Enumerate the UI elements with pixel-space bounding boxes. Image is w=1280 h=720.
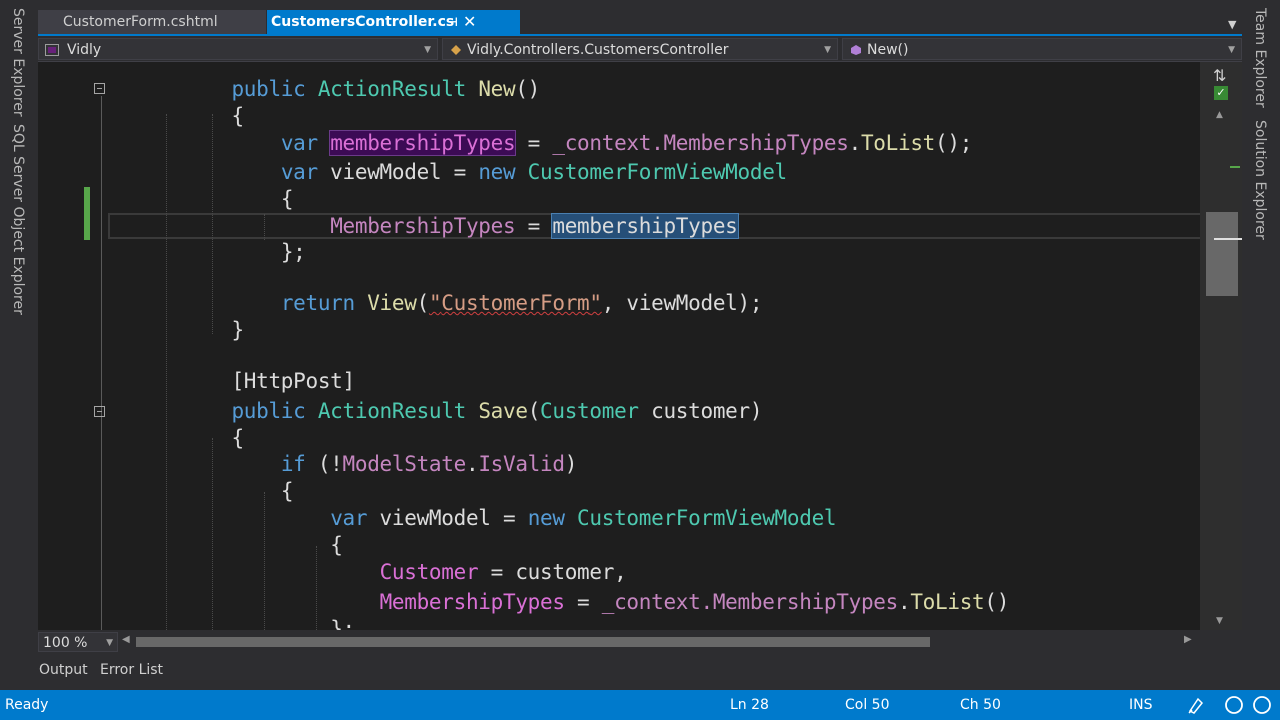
status-column: Col 50 [845, 697, 890, 713]
team-explorer-tab[interactable]: Team Explorer [1252, 8, 1268, 108]
tab-customerscontroller-cs[interactable]: CustomersController.cs ⊣ ✕ [267, 10, 520, 36]
code-line: { [330, 533, 343, 557]
left-tool-strip: Server Explorer SQL Server Object Explor… [0, 0, 38, 690]
code-line: }; [330, 617, 355, 630]
code-line: { [231, 104, 244, 128]
caret-position-marker [1214, 238, 1242, 240]
code-line: }; [280, 240, 306, 264]
code-line: if (!ModelState.IsValid) [280, 452, 578, 476]
tab-label: CustomersController.cs [271, 14, 455, 30]
scroll-left-arrow-icon[interactable]: ◀ [122, 634, 130, 645]
status-char: Ch 50 [960, 697, 1001, 713]
code-line: } [231, 318, 244, 342]
member-label: New() [867, 42, 909, 58]
tab-error-list[interactable]: Error List [100, 662, 163, 678]
collapse-icon[interactable] [94, 406, 105, 417]
editor-gutter [38, 62, 108, 630]
code-line: var membershipTypes = _context.Membershi… [280, 130, 973, 156]
collapse-icon[interactable] [94, 83, 105, 94]
project-dropdown[interactable]: Vidly ▼ [38, 38, 438, 60]
method-icon [851, 45, 861, 55]
sql-server-object-explorer-tab[interactable]: SQL Server Object Explorer [10, 124, 26, 315]
editor-bottom-bar: 100 % ▼ ◀ ▶ [38, 630, 1242, 654]
tab-output[interactable]: Output [39, 662, 88, 678]
code-line: Customer = customer, [379, 560, 627, 584]
class-label: Vidly.Controllers.CustomersController [467, 42, 729, 58]
vertical-scroll-thumb[interactable] [1206, 212, 1238, 296]
chevron-down-icon: ▼ [1228, 45, 1235, 55]
class-icon [451, 45, 461, 55]
pin-icon[interactable]: ⊣ [447, 10, 458, 34]
status-ready: Ready [5, 697, 49, 713]
solution-explorer-tab[interactable]: Solution Explorer [1252, 120, 1268, 240]
reference-highlight: membershipTypes [329, 130, 517, 156]
status-line: Ln 28 [730, 697, 769, 713]
code-line: { [280, 479, 294, 503]
notifications-icon[interactable] [1224, 695, 1244, 715]
scroll-up-arrow-icon[interactable]: ▲ [1216, 110, 1223, 120]
code-line: MembershipTypes = _context.MembershipTyp… [379, 590, 1010, 614]
tab-overflow-dropdown-icon[interactable]: ▼ [1228, 18, 1236, 31]
no-issues-check-icon[interactable]: ✓ [1214, 86, 1228, 100]
code-line: [HttpPost] [231, 369, 355, 393]
code-line: { [280, 187, 294, 211]
code-editor[interactable]: public ActionResult New() { var membersh… [38, 62, 1242, 630]
chevron-down-icon: ▼ [424, 45, 431, 55]
code-line: return View("CustomerForm", viewModel); [280, 291, 763, 315]
member-dropdown[interactable]: New() ▼ [842, 38, 1242, 60]
server-explorer-tab[interactable]: Server Explorer [10, 8, 26, 117]
code-line: var viewModel = new CustomerFormViewMode… [280, 160, 787, 184]
right-tool-strip: Team Explorer Solution Explorer [1242, 0, 1280, 690]
close-icon[interactable]: ✕ [463, 10, 476, 34]
chevron-down-icon: ▼ [824, 45, 831, 55]
vertical-scrollbar[interactable]: ⇅ ✓ ▲ ▼ [1200, 62, 1242, 630]
chevron-down-icon: ▼ [106, 638, 113, 648]
publish-icon[interactable] [1186, 695, 1206, 715]
status-bar: Ready Ln 28 Col 50 Ch 50 INS [0, 690, 1280, 720]
project-label: Vidly [67, 42, 102, 58]
scroll-right-arrow-icon[interactable]: ▶ [1184, 634, 1192, 645]
tab-customerform-cshtml[interactable]: CustomerForm.cshtml [38, 10, 266, 36]
csharp-project-icon [45, 44, 59, 56]
document-tab-bar: CustomerForm.cshtml CustomersController.… [38, 0, 1242, 36]
navigation-bar: Vidly ▼ Vidly.Controllers.CustomersContr… [38, 36, 1242, 62]
code-line: public ActionResult New() [231, 77, 541, 101]
scroll-down-arrow-icon[interactable]: ▼ [1216, 616, 1223, 626]
outline-line [101, 96, 102, 630]
change-indicator [84, 187, 90, 240]
class-dropdown[interactable]: Vidly.Controllers.CustomersController ▼ [442, 38, 838, 60]
code-line: var viewModel = new CustomerFormViewMode… [330, 506, 837, 530]
zoom-dropdown[interactable]: 100 % ▼ [38, 632, 118, 652]
visual-studio-window: Server Explorer SQL Server Object Explor… [0, 0, 1280, 720]
status-insert-mode: INS [1129, 697, 1153, 713]
selection-highlight: membershipTypes [551, 213, 739, 239]
tab-label: CustomerForm.cshtml [63, 14, 218, 30]
tool-window-tabs: Output Error List [38, 654, 1242, 690]
code-line: { [231, 426, 244, 450]
feedback-icon[interactable] [1252, 695, 1272, 715]
horizontal-scroll-thumb[interactable] [136, 637, 930, 647]
code-line: MembershipTypes = membershipTypes [330, 213, 739, 239]
zoom-value: 100 % [43, 635, 88, 651]
code-line: public ActionResult Save(Customer custom… [231, 399, 763, 423]
split-editor-icon[interactable]: ⇅ [1213, 66, 1226, 85]
change-marker [1230, 166, 1240, 168]
